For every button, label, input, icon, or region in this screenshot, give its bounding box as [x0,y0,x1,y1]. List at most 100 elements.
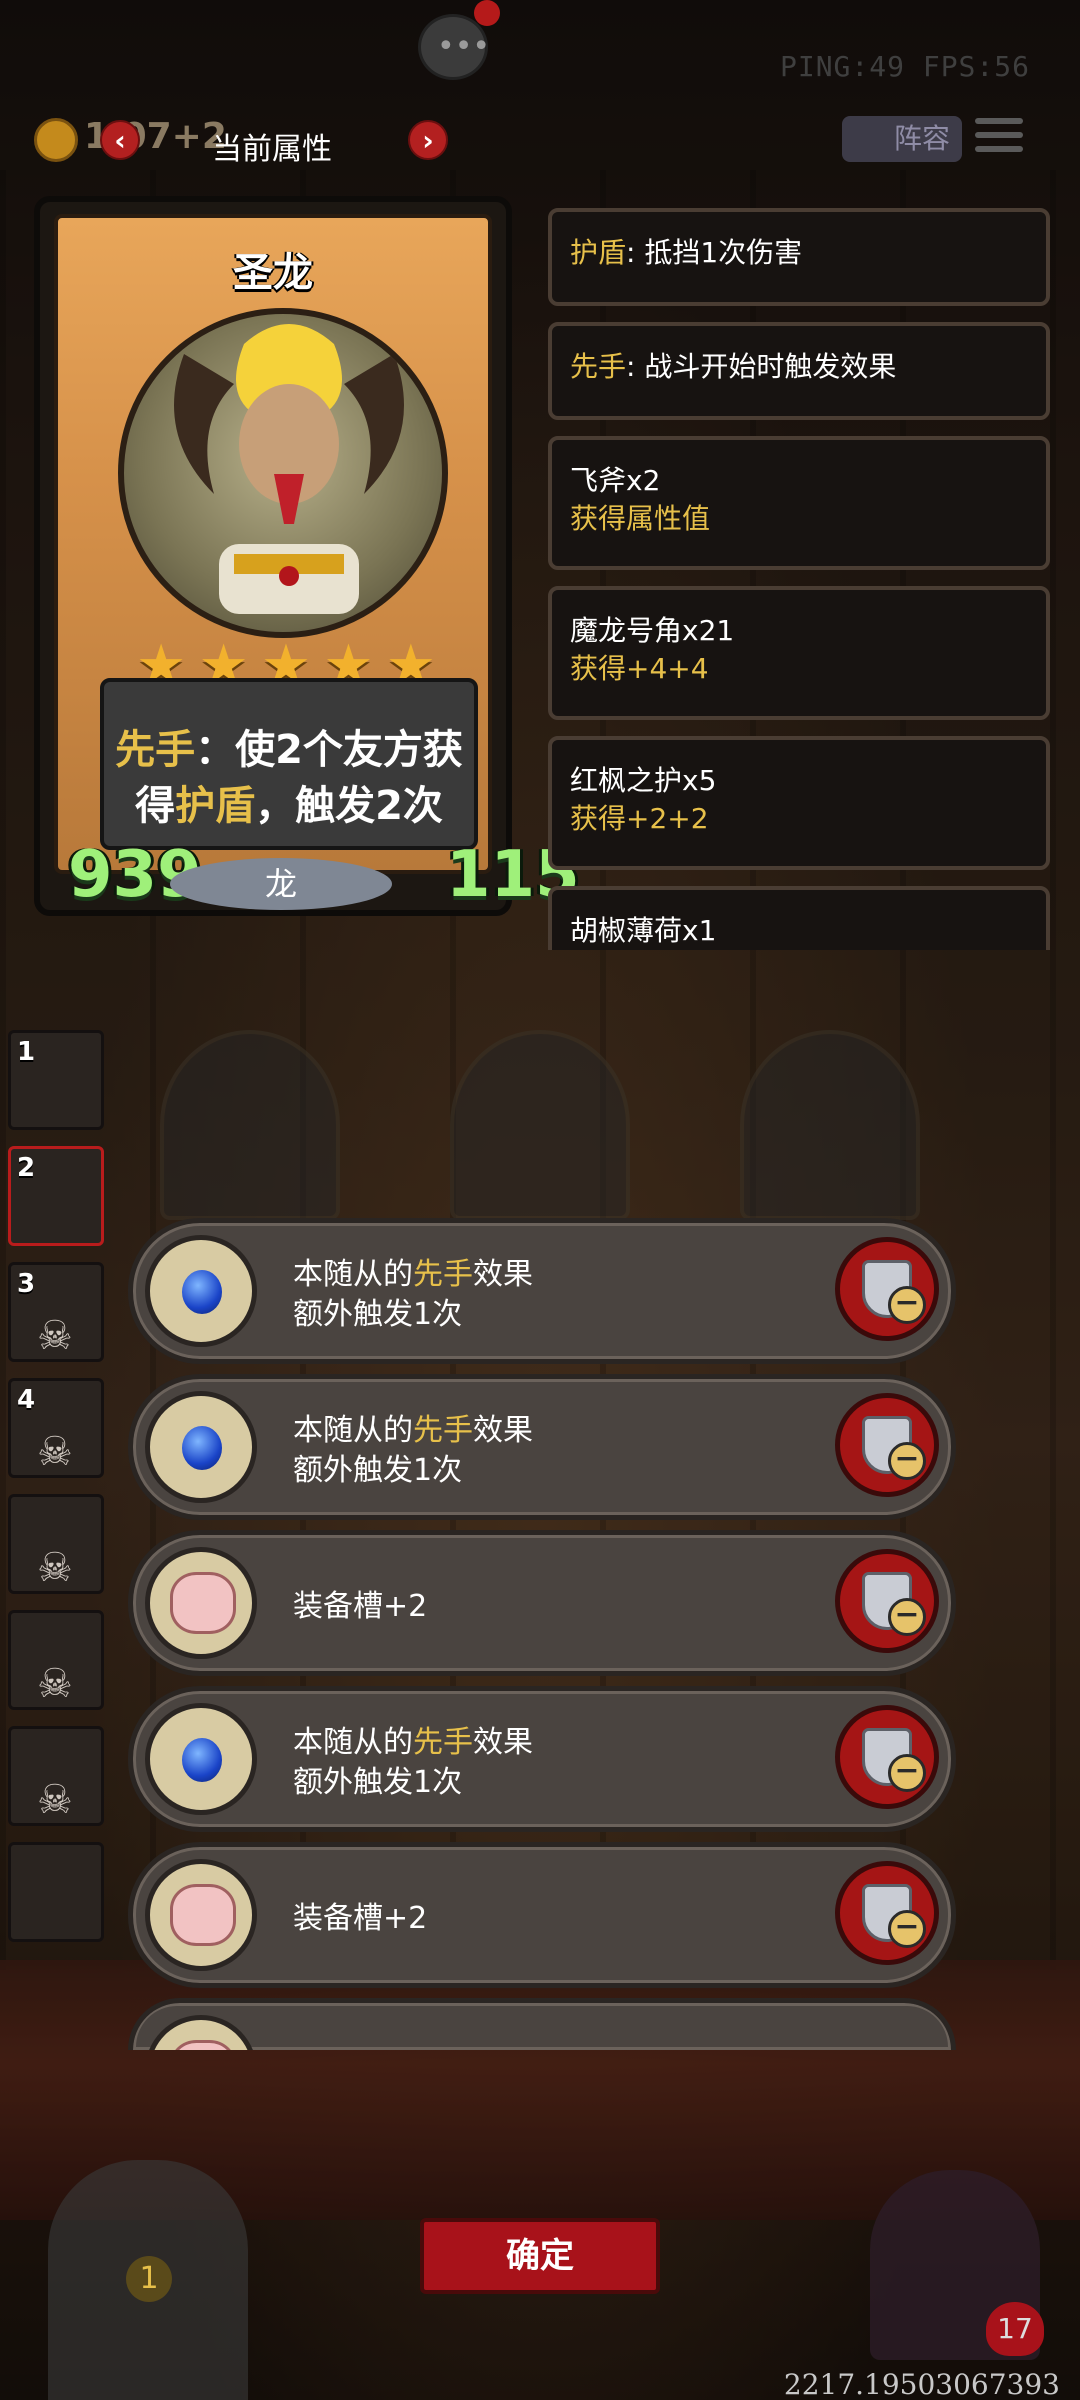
tribe-label: 龙 [170,858,392,910]
roster-number: 3 [17,1269,36,1299]
remove-effect-button[interactable]: − [835,1237,939,1341]
door-badge: 1 [126,2256,172,2302]
effect-line1-post: 效果 [473,1413,533,1448]
effect-row: 本随从的先手效果 额外触发1次 − [128,1374,956,1520]
attribute-item: 红枫之护x5 获得+2+2 [548,736,1050,870]
panel-title: 当前属性 [212,132,332,167]
effect-text: 本随从的先手效果 额外触发1次 [293,1723,533,1803]
roster-number: 1 [17,1037,36,1067]
minus-icon: − [888,1910,926,1948]
effect-text: 装备槽+2 [293,1587,427,1627]
minus-icon: − [888,1442,926,1480]
skull-icon: ☠ [37,1661,73,1707]
attribute-item: 护盾: 抵挡1次伤害 [548,208,1050,306]
attribute-sub: 获得属性值 [570,502,711,535]
chat-button[interactable]: ••• [418,14,491,80]
attribute-text: : 战斗开始时触发效果 [626,350,897,383]
attribute-sub: 获得+2+2 [570,802,709,835]
effect-line2: 额外触发1次 [293,1453,463,1488]
roster-slot-4[interactable]: 4 ☠ [8,1378,104,1478]
roster-number: 4 [17,1385,36,1415]
roster-slot-7[interactable]: ☠ [8,1726,104,1826]
roster-number: 2 [17,1153,36,1183]
hero-hp-badge: 17 [986,2302,1044,2356]
roster-slot-1[interactable]: 1 [8,1030,104,1130]
attribute-list[interactable]: 护盾: 抵挡1次伤害 先手: 战斗开始时触发效果 飞斧x2 获得属性值 魔龙号角… [548,206,1054,950]
attribute-text: 胡椒薄荷x1 [570,914,717,947]
remove-effect-button[interactable]: − [835,1393,939,1497]
desc-line2-post: ，触发2次 [255,783,443,829]
attribute-text: 飞斧x2 [570,464,661,497]
card-description: 先手：使2个友方获 得护盾，触发2次 [100,678,478,850]
lineup-button[interactable]: 阵容 [842,116,962,162]
effect-line1-post: 效果 [473,1257,533,1292]
gold-coin-icon [34,118,78,162]
gem-icon [145,1391,257,1503]
attribute-item: 先手: 战斗开始时触发效果 [548,322,1050,420]
pig-icon [145,1547,257,1659]
attribute-keyword: 先手 [570,350,627,383]
prev-page-button[interactable]: ‹ [100,120,140,160]
effect-row: 本随从的先手效果 额外触发1次 − [128,1218,956,1364]
attribute-item: 胡椒薄荷x1 [548,886,1050,950]
roster-slot-3[interactable]: 3 ☠ [8,1262,104,1362]
desc-line2-pre: 得 [135,783,176,829]
menu-icon[interactable] [975,118,1023,158]
effect-text: 装备槽+2 [293,1899,427,1939]
gem-icon [145,1703,257,1815]
effect-row-partial [128,1998,956,2050]
roster-slot-6[interactable]: ☠ [8,1610,104,1710]
pig-icon [145,2015,257,2050]
effect-line1: 装备槽+2 [293,1901,428,1936]
card-name: 圣龙 [233,250,313,296]
attribute-text: : 抵挡1次伤害 [626,236,803,269]
effect-line1-post: 效果 [473,1725,533,1760]
effect-line2: 额外触发1次 [293,1297,463,1332]
remove-effect-button[interactable]: − [835,1861,939,1965]
pig-icon [145,1859,257,1971]
card-frame: 圣龙 ★ ★ ★ ★ ★ 先手：使2个友方获 得护盾，触发2次 [54,214,492,874]
chat-notification-badge [474,0,500,26]
attribute-item: 魔龙号角x21 获得+4+4 [548,586,1050,720]
skull-icon: ☠ [37,1777,73,1823]
remove-effect-button[interactable]: − [835,1705,939,1809]
effect-keyword: 先手 [413,1725,473,1760]
effect-text: 本随从的先手效果 额外触发1次 [293,1255,533,1335]
hero-card: 圣龙 ★ ★ ★ ★ ★ 先手：使2个友方获 得护盾，触发2次 939 龙 11… [34,196,580,916]
coordinate-readout: 2217.19503067393 [783,2368,1060,2400]
keyword-first-strike: 先手 [115,727,196,773]
ping-fps-readout: PING:49 FPS:56 [779,50,1030,83]
effect-text: 本随从的先手效果 额外触发1次 [293,1411,533,1491]
effect-line2: 额外触发1次 [293,1765,463,1800]
gem-icon [145,1235,257,1347]
desc-line1: ：使2个友方获 [195,727,463,773]
effect-row: 本随从的先手效果 额外触发1次 − [128,1686,956,1832]
effect-line1: 装备槽+2 [293,1589,428,1624]
minus-icon: − [888,1754,926,1792]
effect-line1: 本随从的 [293,1257,413,1292]
skull-icon: ☠ [37,1429,73,1475]
minus-icon: − [888,1286,926,1324]
remove-effect-button[interactable]: − [835,1549,939,1653]
attribute-text: 红枫之护x5 [570,764,717,797]
minus-icon: − [888,1598,926,1636]
attribute-item: 飞斧x2 获得属性值 [548,436,1050,570]
effect-line1: 本随从的 [293,1413,413,1448]
roster-slot-8[interactable] [8,1842,104,1942]
attribute-text: 魔龙号角x21 [570,614,735,647]
skull-icon: ☠ [37,1545,73,1591]
attribute-sub: 获得+4+4 [570,652,709,685]
roster-slot-5[interactable]: ☠ [8,1494,104,1594]
skull-icon: ☠ [37,1313,73,1359]
effect-row: 装备槽+2 − [128,1842,956,1988]
effect-row: 装备槽+2 − [128,1530,956,1676]
keyword-shield: 护盾 [175,783,256,829]
next-page-button[interactable]: › [408,120,448,160]
attribute-keyword: 护盾 [570,236,627,269]
effect-line1: 本随从的 [293,1725,413,1760]
effect-keyword: 先手 [413,1413,473,1448]
chat-icon: ••• [437,29,491,64]
effect-keyword: 先手 [413,1257,473,1292]
confirm-button[interactable]: 确定 [420,2218,660,2294]
roster-slot-2[interactable]: 2 [8,1146,104,1246]
